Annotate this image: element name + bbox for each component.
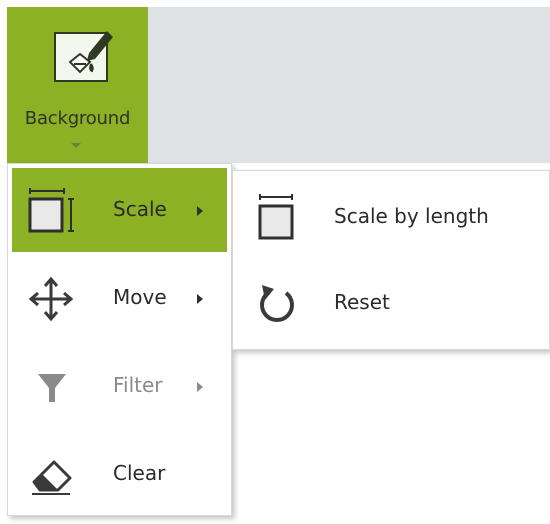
chevron-right-icon — [197, 294, 203, 304]
scale-by-length-icon — [258, 194, 294, 240]
background-button[interactable]: Background — [7, 7, 148, 163]
reset-arrow-icon — [260, 285, 294, 322]
chevron-right-icon — [197, 382, 203, 392]
paint-bucket-pencil-icon — [54, 31, 113, 82]
submenu-item-scale-by-length[interactable]: Scale by length — [237, 175, 547, 259]
eraser-icon — [32, 460, 72, 495]
menu-item-move[interactable]: Move — [12, 256, 227, 340]
background-dropdown-menu: Scale Move Filter Clear — [7, 163, 232, 516]
move-arrows-icon — [28, 276, 74, 322]
menu-item-label: Move — [113, 285, 167, 309]
scale-box-icon — [28, 188, 74, 233]
menu-item-label: Scale — [113, 197, 167, 221]
menu-item-filter: Filter — [12, 344, 227, 428]
chevron-down-icon — [71, 143, 81, 148]
app-canvas: Background Scale Move Filter Clear Scale… — [0, 0, 550, 524]
menu-item-label: Clear — [113, 461, 166, 485]
chevron-right-icon — [197, 206, 203, 216]
submenu-item-reset[interactable]: Reset — [237, 261, 547, 345]
menu-item-clear[interactable]: Clear — [12, 432, 227, 516]
submenu-item-label: Scale by length — [334, 204, 489, 228]
background-button-label: Background — [24, 108, 131, 129]
funnel-icon — [38, 374, 66, 402]
menu-item-scale[interactable]: Scale — [12, 168, 227, 252]
scale-submenu: Scale by length Reset — [232, 170, 550, 350]
menu-item-label: Filter — [113, 373, 163, 397]
submenu-item-label: Reset — [334, 290, 390, 314]
